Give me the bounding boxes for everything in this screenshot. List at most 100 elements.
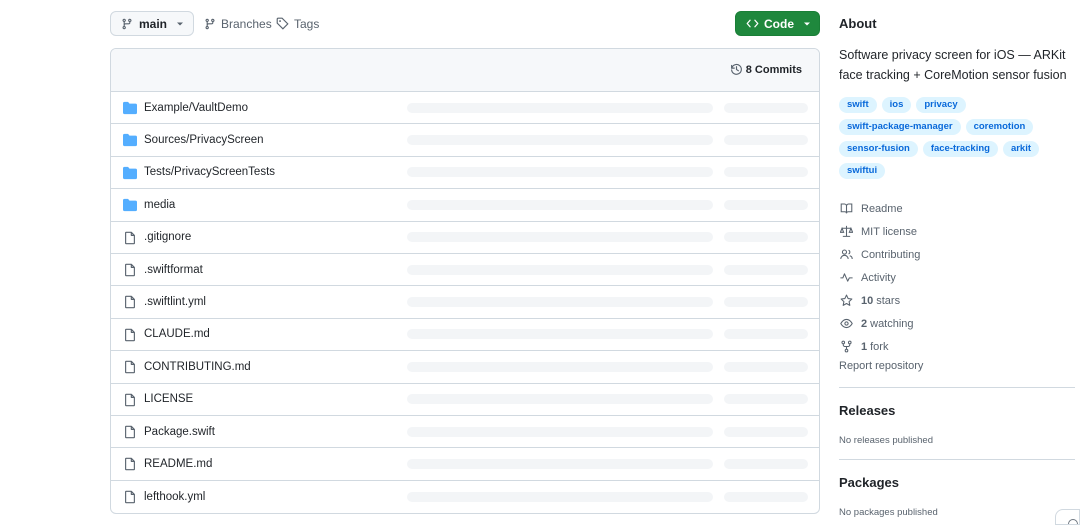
stars-link[interactable]: 10 stars [839, 289, 1075, 312]
file-name-link[interactable]: .gitignore [144, 231, 191, 243]
file-icon [123, 490, 137, 504]
file-name-link[interactable]: CONTRIBUTING.md [144, 361, 251, 373]
code-button[interactable]: Code [735, 11, 820, 36]
stars-count: 10 [861, 294, 874, 307]
file-row[interactable]: .swiftlint.yml [111, 286, 819, 319]
file-icon [123, 231, 137, 245]
forks-link[interactable]: 1 fork [839, 335, 1075, 358]
file-name-link[interactable]: Sources/PrivacyScreen [144, 134, 264, 146]
file-rows: Example/VaultDemo Sources/PrivacyScreen Te… [111, 92, 819, 513]
file-name-link[interactable]: Example/VaultDemo [144, 102, 248, 114]
file-row[interactable]: CONTRIBUTING.md [111, 351, 819, 384]
commit-message-placeholder [407, 329, 713, 340]
code-button-label: Code [764, 16, 794, 31]
file-row[interactable]: .gitignore [111, 222, 819, 254]
contributing-link[interactable]: Contributing [839, 243, 1075, 266]
tags-link[interactable]: Tags [276, 11, 319, 36]
history-icon [730, 64, 742, 75]
topic-tag[interactable]: swift [839, 97, 877, 113]
file-row[interactable]: lefthook.yml [111, 481, 819, 513]
caret-down-icon [177, 22, 184, 25]
commit-message-placeholder [407, 361, 713, 372]
file-row[interactable]: media [111, 189, 819, 222]
file-icon [123, 425, 137, 439]
commit-date-placeholder [724, 232, 808, 243]
sidebar-divider [839, 387, 1075, 388]
file-name-link[interactable]: Tests/PrivacyScreenTests [144, 166, 275, 178]
forks-count: 1 [861, 340, 868, 353]
file-name-link[interactable]: .swiftlint.yml [144, 296, 206, 308]
commit-message-placeholder [407, 264, 713, 275]
folder-icon [123, 198, 137, 212]
file-icon [123, 457, 137, 471]
watching-count: 2 [861, 317, 868, 330]
topic-tag[interactable]: face-tracking [922, 141, 998, 157]
folder-icon [123, 166, 137, 180]
topic-tag[interactable]: swiftui [839, 163, 886, 179]
eye-icon [839, 317, 853, 331]
commit-date-placeholder [724, 199, 808, 210]
repo-toolbar: main Branches Tags Code [110, 11, 820, 36]
file-name-link[interactable]: LICENSE [144, 393, 193, 405]
file-list: 8 Commits Example/VaultDemo Sources/Priva… [110, 48, 820, 514]
license-label: MIT license [861, 225, 918, 238]
about-description: Software privacy screen for iOS — ARKit … [839, 48, 1067, 82]
readme-link[interactable]: Readme [839, 197, 1075, 220]
contributing-label: Contributing [861, 248, 921, 261]
folder-icon [123, 133, 137, 147]
file-row[interactable]: .swiftformat [111, 254, 819, 287]
law-icon [839, 225, 853, 239]
topic-list: swift ios privacy swift-package-manager core… [839, 97, 1075, 179]
file-row[interactable]: Sources/PrivacyScreen [111, 124, 819, 157]
file-row[interactable]: Tests/PrivacyScreenTests [111, 157, 819, 190]
commits-count: 8 Commits [745, 63, 802, 76]
file-icon [123, 328, 137, 342]
file-row[interactable]: LICENSE [111, 384, 819, 416]
commit-date-placeholder [724, 167, 808, 178]
topic-tag[interactable]: swift-package-manager [839, 119, 961, 135]
sidebar-divider [839, 459, 1075, 460]
commit-date-placeholder [724, 102, 808, 113]
commits-link[interactable]: 8 Commits [730, 63, 802, 76]
caret-down-icon [804, 22, 810, 25]
commit-date-placeholder [724, 394, 808, 405]
topic-tag[interactable]: privacy [916, 97, 966, 113]
file-name-link[interactable]: lefthook.yml [144, 491, 205, 503]
file-name-link[interactable]: CLAUDE.md [144, 328, 210, 340]
file-row[interactable]: README.md [111, 448, 819, 481]
file-icon [123, 263, 137, 277]
forks-label: fork [870, 340, 889, 353]
file-name-link[interactable]: README.md [144, 458, 212, 470]
commit-date-placeholder [724, 135, 808, 146]
file-name-link[interactable]: Package.swift [144, 426, 215, 438]
packages-heading[interactable]: Packages [839, 475, 899, 490]
commit-date-placeholder [724, 329, 808, 340]
topic-tag[interactable]: arkit [1002, 141, 1040, 157]
report-repository-link[interactable]: Report repository [839, 360, 923, 372]
repo-sidebar: About Software privacy screen for iOS — … [839, 0, 1075, 525]
file-row[interactable]: Package.swift [111, 416, 819, 449]
tags-label: Tags [294, 16, 320, 31]
commit-date-placeholder [724, 458, 808, 469]
topic-tag[interactable]: sensor-fusion [839, 141, 918, 157]
branch-selector-button[interactable]: main [110, 11, 194, 36]
commit-message-placeholder [407, 232, 713, 243]
commit-date-placeholder [724, 491, 808, 502]
people-icon [839, 248, 853, 262]
file-row[interactable]: CLAUDE.md [111, 319, 819, 352]
releases-heading[interactable]: Releases [839, 403, 895, 418]
activity-link[interactable]: Activity [839, 266, 1075, 289]
commit-date-placeholder [724, 361, 808, 372]
commit-message-placeholder [407, 135, 713, 146]
branches-link[interactable]: Branches [204, 11, 272, 36]
file-name-link[interactable]: media [144, 199, 175, 211]
branch-name: main [139, 16, 168, 31]
file-name-link[interactable]: .swiftformat [144, 264, 203, 276]
topic-tag[interactable]: ios [881, 97, 912, 113]
watchers-link[interactable]: 2 watching [839, 312, 1075, 335]
topic-tag[interactable]: coremotion [965, 119, 1034, 135]
license-link[interactable]: MIT license [839, 220, 1075, 243]
copilot-icon[interactable] [1055, 509, 1080, 525]
latest-commit-bar: 8 Commits [111, 49, 819, 92]
file-row[interactable]: Example/VaultDemo [111, 92, 819, 125]
